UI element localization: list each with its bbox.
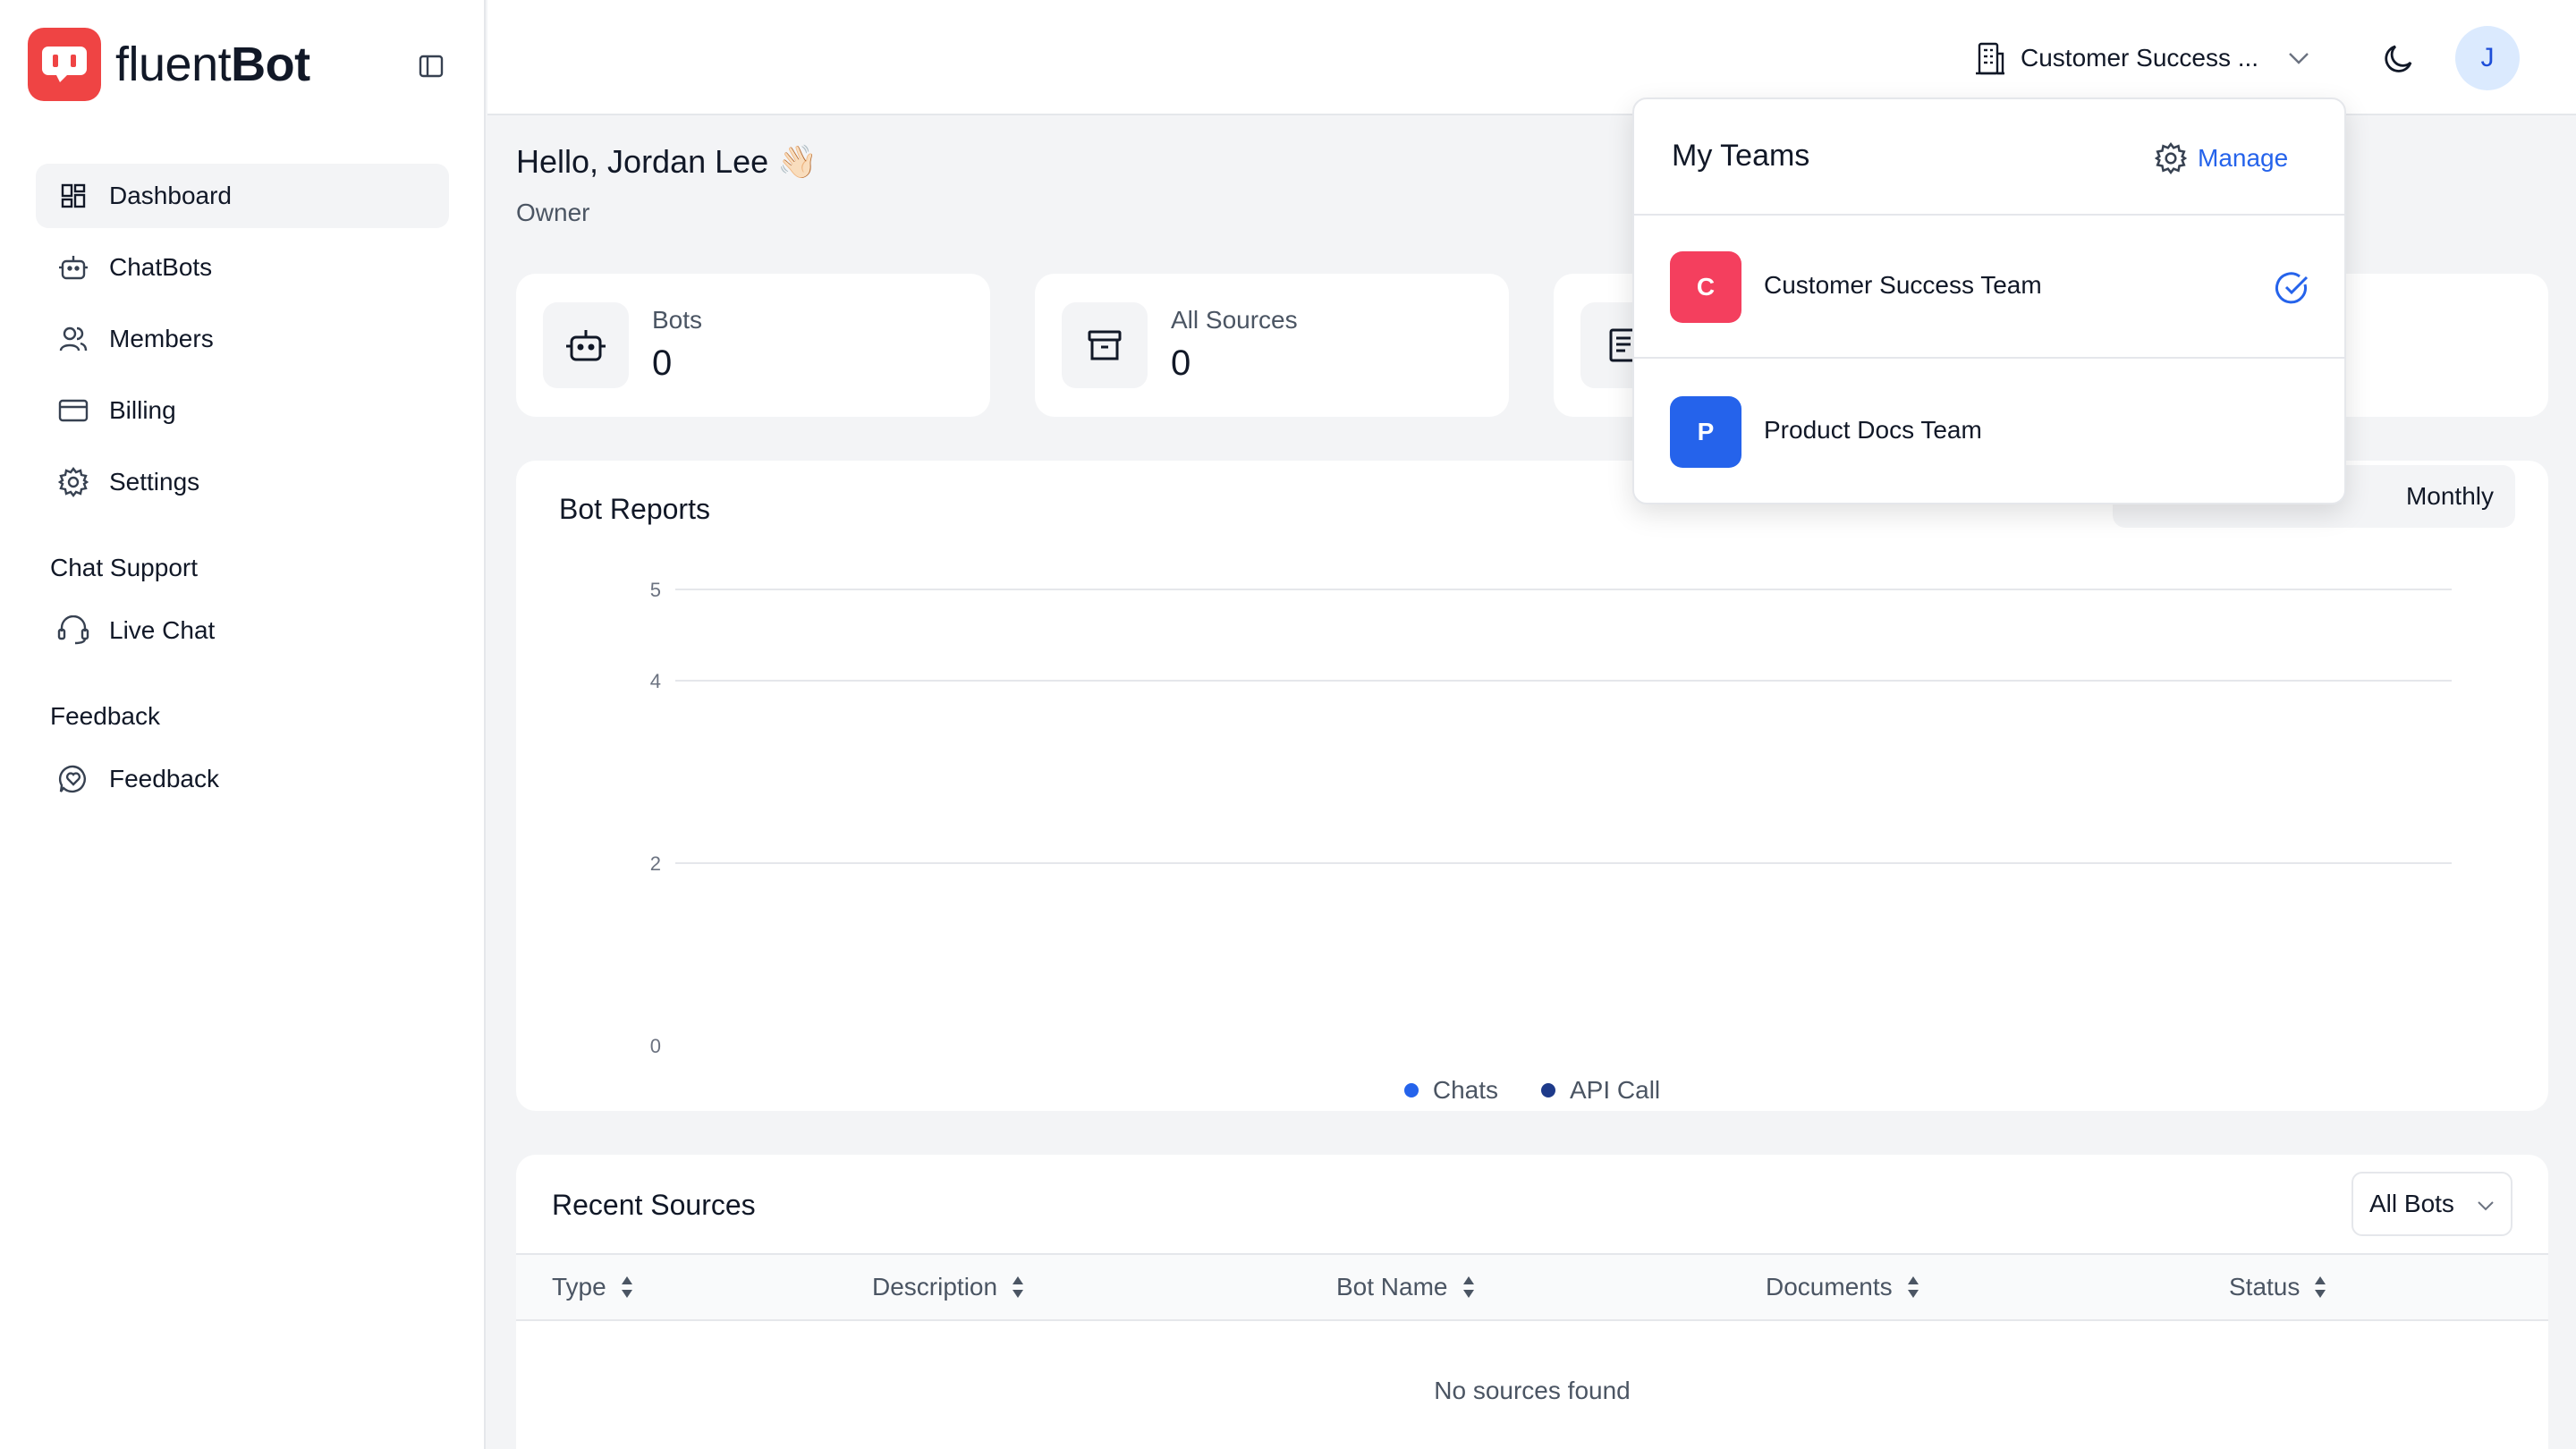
bot-filter-value: All Bots [2369,1190,2454,1217]
sidebar: fluentBot Dashboard ChatBots Members Bil… [0,0,486,1449]
empty-state-text: No sources found [1434,1377,1631,1404]
column-header-documents[interactable]: Documents [1766,1273,1921,1301]
column-label: Documents [1766,1273,1893,1301]
column-label: Status [2229,1273,2301,1301]
stat-label: Bots [652,306,703,334]
sidebar-item-settings[interactable]: Settings [36,450,449,514]
greeting-text: Hello, Jordan Lee [516,143,769,180]
y-tick-label: 4 [650,670,661,692]
message-heart-icon [57,763,89,795]
legend-label: Chats [1432,1076,1498,1104]
manage-teams-button[interactable]: Manage [2153,140,2288,176]
sidebar-item-label: Settings [109,468,200,496]
sidebar-item-chatbots[interactable]: ChatBots [36,235,449,300]
sources-title: Recent Sources [552,1189,756,1221]
moon-icon[interactable] [2377,36,2421,80]
brand-logo[interactable]: fluentBot [28,28,310,101]
column-header-description[interactable]: Description [872,1273,1026,1301]
gear-icon [2153,140,2189,176]
manage-label: Manage [2198,144,2289,172]
sidebar-item-label: Dashboard [109,182,232,209]
teams-dropdown: My Teams Manage C Customer Success Team … [1632,97,2346,504]
wave-emoji: 👋🏻 [777,143,818,180]
sidebar-item-label: Live Chat [109,616,216,644]
avatar[interactable]: J [2455,26,2520,90]
brand-name: fluentBot [115,37,310,92]
bot-filter-select[interactable]: All Bots [2351,1172,2512,1236]
chart-plot: 5 4 2 0 [650,579,2452,1057]
legend-label: API Call [1570,1076,1661,1104]
chevron-down-icon [2285,45,2312,72]
check-circle-icon [2274,269,2311,307]
sidebar-nav: Dashboard ChatBots Members Billing Setti… [36,164,449,818]
sort-icon [1461,1274,1477,1301]
team-name: Product Docs Team [1764,416,1982,444]
sidebar-item-label: ChatBots [109,253,213,281]
y-tick-label: 2 [650,852,661,875]
bot-reports-card: Bot Reports Monthly 5420 Chats API Call [516,461,2548,1111]
table-header: Type Description Bot Name Documents Stat… [516,1253,2548,1321]
team-switcher[interactable]: Customer Success ... [1972,36,2312,80]
legend-item-api-call[interactable]: API Call [1541,1076,1660,1105]
headset-icon [57,614,89,647]
column-header-type[interactable]: Type [552,1273,635,1301]
column-label: Bot Name [1336,1273,1448,1301]
teams-dropdown-header: My Teams Manage [1634,99,2344,216]
sort-icon [1905,1274,1921,1301]
sidebar-item-label: Feedback [109,765,219,792]
team-badge: P [1670,396,1741,468]
y-tick-label: 5 [650,579,661,601]
gear-icon [57,466,89,498]
users-icon [57,323,89,355]
legend-dot [1541,1083,1555,1097]
building-icon [1972,40,2008,76]
team-name: Customer Success Team [1764,271,2042,299]
stat-card-sources: All Sources 0 [1035,274,1509,417]
column-label: Type [552,1273,606,1301]
team-switcher-label: Customer Success ... [2021,44,2259,72]
stat-value: 0 [1171,343,1191,383]
column-header-status[interactable]: Status [2229,1273,2328,1301]
sidebar-collapse-icon[interactable] [415,50,447,82]
sidebar-item-label: Members [109,325,214,352]
sidebar-item-label: Billing [109,396,176,424]
sort-icon [1010,1274,1026,1301]
stat-label: All Sources [1171,306,1298,334]
robot-icon [543,302,629,388]
stat-value: 0 [652,343,673,383]
section-feedback: Feedback [50,702,160,730]
sidebar-item-feedback[interactable]: Feedback [36,747,449,811]
dashboard-icon [57,180,89,212]
sidebar-item-billing[interactable]: Billing [36,378,449,443]
sort-icon [619,1274,635,1301]
y-tick-label: 0 [650,1035,661,1057]
section-chat-support: Chat Support [50,554,198,581]
stat-card-bots: Bots 0 [516,274,990,417]
team-badge: C [1670,251,1741,323]
sidebar-item-live-chat[interactable]: Live Chat [36,598,449,663]
recent-sources-card: Recent Sources All Bots Type Description… [516,1155,2548,1449]
sort-icon [2312,1274,2328,1301]
sidebar-item-dashboard[interactable]: Dashboard [36,164,449,228]
greeting-heading: Hello, Jordan Lee 👋🏻 [516,143,818,181]
legend-dot [1403,1083,1419,1097]
archive-icon [1062,302,1148,388]
team-option-customer-success[interactable]: C Customer Success Team [1634,216,2344,359]
sidebar-item-members[interactable]: Members [36,307,449,371]
team-option-product-docs[interactable]: P Product Docs Team [1634,360,2344,504]
credit-card-icon [57,394,89,427]
column-label: Description [872,1273,998,1301]
chevron-down-icon [2473,1193,2498,1218]
robot-icon [57,251,89,284]
brand-name-bold: Bot [231,38,310,91]
chart-legend: Chats API Call [516,1076,2548,1105]
legend-item-chats[interactable]: Chats [1403,1076,1498,1105]
teams-dropdown-title: My Teams [1672,139,1810,173]
user-role: Owner [516,199,590,226]
brand-name-light: fluent [115,38,232,91]
logo-mark-icon [28,28,101,101]
column-header-bot-name[interactable]: Bot Name [1336,1273,1477,1301]
